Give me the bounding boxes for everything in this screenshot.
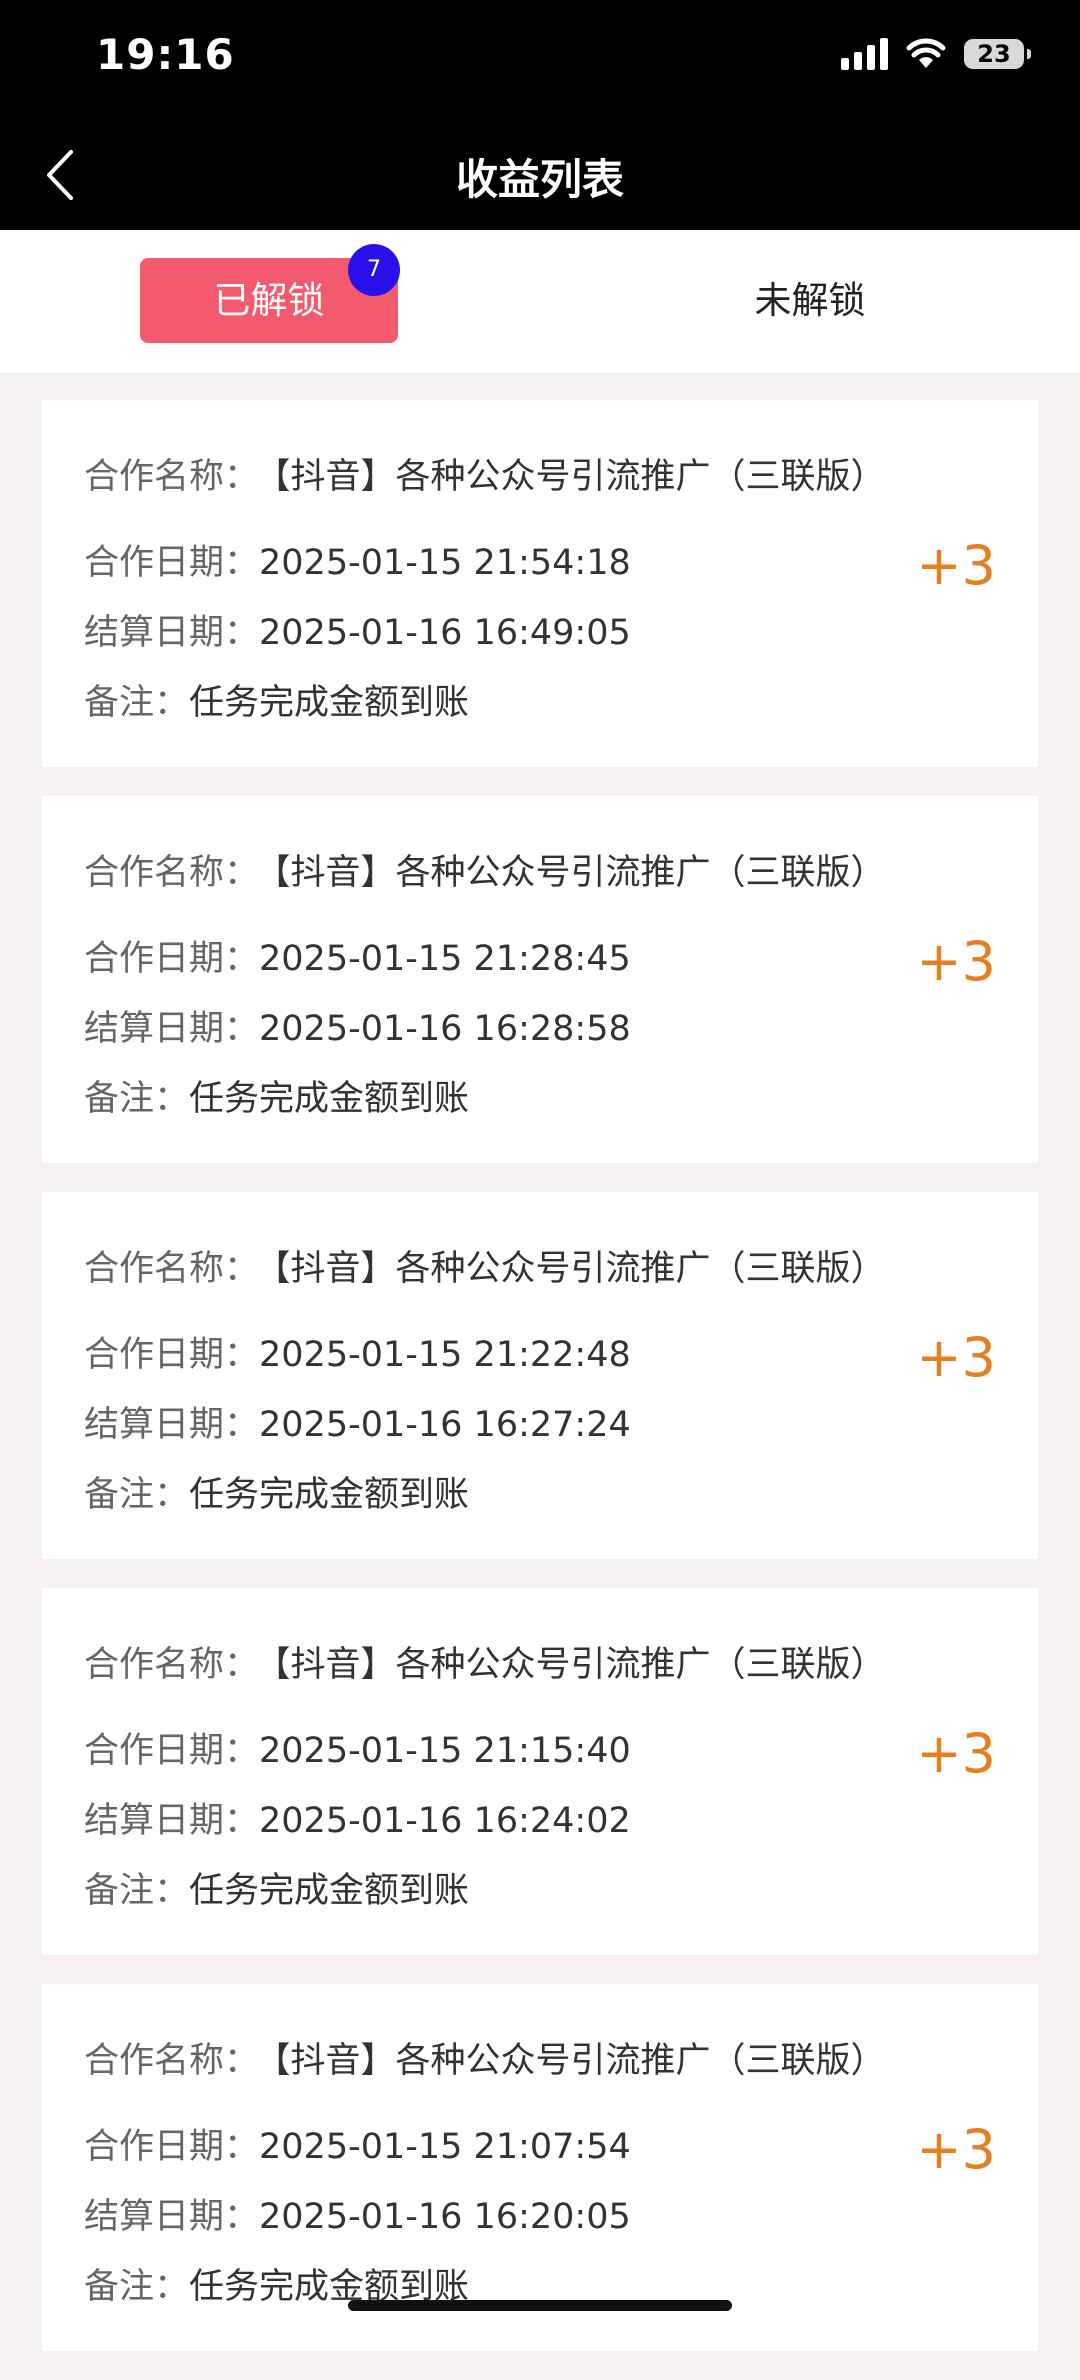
tab-locked[interactable]: 未解锁	[700, 258, 920, 343]
partner-name-value: 【抖音】各种公众号引流推广（三联版）	[273, 1645, 886, 1685]
status-time: 19:16	[96, 30, 235, 79]
settle-date-row: 结算日期：2025-01-16 16:28:58	[84, 1000, 631, 1051]
list-item: 合作名称： 【抖音】各种公众号引流推广（三联版） 合作日期：2025-01-15 …	[42, 1192, 1038, 1559]
coop-date-label: 合作日期：	[84, 2127, 260, 2167]
tab-bar: 已解锁 7 未解锁	[0, 230, 1080, 374]
coop-date-value: 2025-01-15 21:15:40	[259, 1731, 631, 1771]
nav-bar: 收益列表	[0, 120, 1080, 230]
amount: +3	[916, 930, 996, 993]
amount: +3	[916, 534, 996, 597]
settle-date-row: 结算日期：2025-01-16 16:49:05	[84, 604, 631, 655]
settle-date-label: 结算日期：	[84, 1405, 260, 1445]
settle-date-value: 2025-01-16 16:27:24	[259, 1405, 631, 1445]
settle-date-value: 2025-01-16 16:20:05	[259, 2197, 631, 2237]
earnings-list: 合作名称： 【抖音】各种公众号引流推广（三联版） 合作日期：2025-01-15 …	[42, 400, 1038, 2380]
list-item: 合作名称： 【抖音】各种公众号引流推广（三联版） 合作日期：2025-01-15 …	[42, 1984, 1038, 2351]
note-row: 备注：任务完成金额到账	[84, 1466, 469, 1517]
note-value: 任务完成金额到账	[189, 1475, 470, 1515]
partner-name-value: 【抖音】各种公众号引流推广（三联版）	[273, 853, 886, 893]
partner-name-row: 合作名称： 【抖音】各种公众号引流推广（三联版）	[84, 1636, 886, 1687]
note-label: 备注：	[84, 1079, 190, 1119]
unlocked-count-badge: 7	[348, 244, 400, 296]
settle-date-label: 结算日期：	[84, 2197, 260, 2237]
note-value: 任务完成金额到账	[189, 1871, 470, 1911]
partner-name-value: 【抖音】各种公众号引流推广（三联版）	[273, 457, 886, 497]
partner-name-label: 合作名称：	[84, 1645, 260, 1685]
settle-date-value: 2025-01-16 16:28:58	[259, 1009, 631, 1049]
amount: +3	[916, 2118, 996, 2181]
settle-date-row: 结算日期：2025-01-16 16:27:24	[84, 1396, 631, 1447]
note-label: 备注：	[84, 1475, 190, 1515]
amount: +3	[916, 1326, 996, 1389]
partner-name-label: 合作名称：	[84, 2041, 260, 2081]
coop-date-value: 2025-01-15 21:54:18	[259, 543, 631, 583]
coop-date-row: 合作日期：2025-01-15 21:54:18	[84, 534, 631, 585]
settle-date-row: 结算日期：2025-01-16 16:24:02	[84, 1792, 631, 1843]
note-row: 备注：任务完成金额到账	[84, 674, 469, 725]
note-row: 备注：任务完成金额到账	[84, 1862, 469, 1913]
note-label: 备注：	[84, 683, 190, 723]
coop-date-label: 合作日期：	[84, 1335, 260, 1375]
settle-date-row: 结算日期：2025-01-16 16:20:05	[84, 2188, 631, 2239]
coop-date-row: 合作日期：2025-01-15 21:15:40	[84, 1722, 631, 1773]
amount: +3	[916, 1722, 996, 1785]
status-bar: 19:16 23	[0, 0, 1080, 120]
page-title: 收益列表	[455, 155, 624, 204]
coop-date-value: 2025-01-15 21:22:48	[259, 1335, 631, 1375]
coop-date-label: 合作日期：	[84, 939, 260, 979]
partner-name-row: 合作名称： 【抖音】各种公众号引流推广（三联版）	[84, 1240, 886, 1291]
coop-date-value: 2025-01-15 21:07:54	[259, 2127, 631, 2167]
signal-icon	[841, 38, 888, 70]
note-label: 备注：	[84, 2267, 190, 2307]
partner-name-row: 合作名称： 【抖音】各种公众号引流推广（三联版）	[84, 448, 886, 499]
coop-date-label: 合作日期：	[84, 1731, 260, 1771]
coop-date-row: 合作日期：2025-01-15 21:22:48	[84, 1326, 631, 1377]
note-value: 任务完成金额到账	[189, 1079, 470, 1119]
coop-date-row: 合作日期：2025-01-15 21:07:54	[84, 2118, 631, 2169]
note-value: 任务完成金额到账	[189, 683, 470, 723]
partner-name-value: 【抖音】各种公众号引流推广（三联版）	[273, 2041, 886, 2081]
list-item: 合作名称： 【抖音】各种公众号引流推广（三联版） 合作日期：2025-01-15 …	[42, 400, 1038, 767]
settle-date-value: 2025-01-16 16:49:05	[259, 613, 631, 653]
status-icons: 23	[841, 38, 1031, 70]
home-indicator[interactable]	[348, 2300, 732, 2311]
partner-name-label: 合作名称：	[84, 457, 260, 497]
partner-name-row: 合作名称： 【抖音】各种公众号引流推广（三联版）	[84, 2032, 886, 2083]
settle-date-label: 结算日期：	[84, 1009, 260, 1049]
coop-date-label: 合作日期：	[84, 543, 260, 583]
partner-name-label: 合作名称：	[84, 853, 260, 893]
settle-date-label: 结算日期：	[84, 613, 260, 653]
coop-date-row: 合作日期：2025-01-15 21:28:45	[84, 930, 631, 981]
partner-name-row: 合作名称： 【抖音】各种公众号引流推广（三联版）	[84, 844, 886, 895]
settle-date-value: 2025-01-16 16:24:02	[259, 1801, 631, 1841]
list-item: 合作名称： 【抖音】各种公众号引流推广（三联版） 合作日期：2025-01-15 …	[42, 1588, 1038, 1955]
wifi-icon	[906, 38, 946, 70]
note-row: 备注：任务完成金额到账	[84, 1070, 469, 1121]
partner-name-label: 合作名称：	[84, 1249, 260, 1289]
list-item: 合作名称： 【抖音】各种公众号引流推广（三联版） 合作日期：2025-01-15 …	[42, 796, 1038, 1163]
note-label: 备注：	[84, 1871, 190, 1911]
coop-date-value: 2025-01-15 21:28:45	[259, 939, 631, 979]
partner-name-value: 【抖音】各种公众号引流推广（三联版）	[273, 1249, 886, 1289]
battery-icon: 23	[964, 39, 1031, 69]
settle-date-label: 结算日期：	[84, 1801, 260, 1841]
